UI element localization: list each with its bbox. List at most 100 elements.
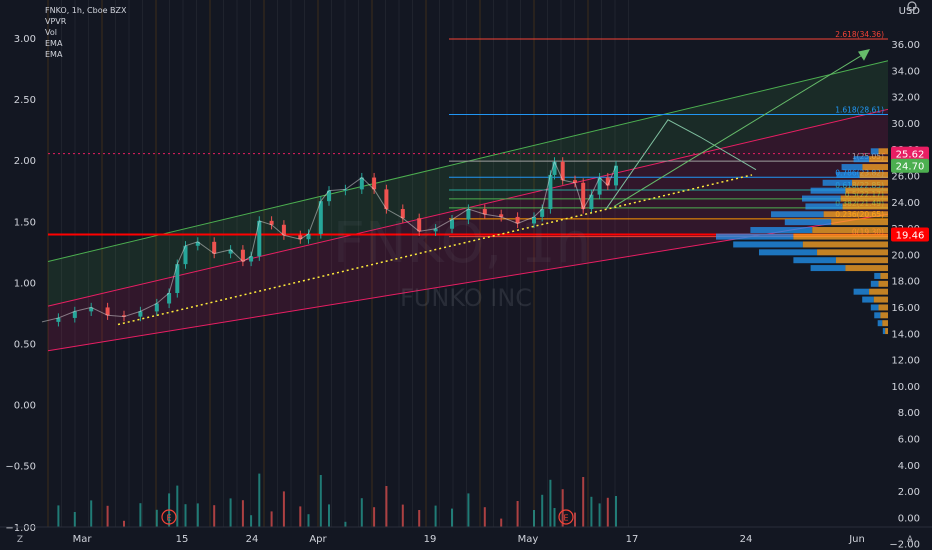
volume-bar bbox=[344, 521, 347, 527]
volume-bar bbox=[106, 505, 109, 527]
legend-indicator-vol[interactable]: Vol bbox=[45, 27, 127, 38]
legend-indicator-vpvr[interactable]: VPVR bbox=[45, 16, 127, 27]
volume-profile-bar bbox=[812, 227, 888, 234]
candle-body bbox=[400, 209, 405, 219]
volume-profile-bar bbox=[733, 241, 803, 248]
candle-body bbox=[466, 209, 471, 220]
volume-profile-bar bbox=[878, 148, 888, 155]
x-axis-tick: 17 bbox=[626, 534, 639, 545]
left-axis-tick: 2.50 bbox=[14, 95, 36, 106]
right-axis-tick: 2.00 bbox=[898, 487, 920, 498]
volume-profile-bar bbox=[870, 148, 879, 155]
right-axis-tick: 36.00 bbox=[891, 40, 920, 51]
volume-profile-bar bbox=[841, 164, 863, 171]
right-axis-tick: −2.00 bbox=[889, 540, 920, 550]
candle-body bbox=[450, 219, 454, 229]
left-axis-tick: 1.00 bbox=[14, 278, 36, 289]
right-axis-tick: 26.00 bbox=[891, 172, 920, 183]
x-axis-tick: May bbox=[518, 534, 539, 545]
volume-bar bbox=[123, 520, 125, 527]
left-axis-tick: −1.00 bbox=[5, 523, 36, 534]
volume-bar bbox=[385, 486, 388, 527]
watermark-ticker: FNKO, 1h bbox=[333, 211, 592, 276]
volume-bar bbox=[606, 497, 609, 527]
right-axis-tick: 0.00 bbox=[898, 513, 920, 524]
volume-profile-bar bbox=[878, 304, 888, 311]
chart-canvas[interactable]: 2.618(34.36)1.618(28.61)1(25.05)0.786(23… bbox=[0, 0, 932, 550]
fib-level-label: 1.618(28.61) bbox=[835, 105, 884, 114]
right-axis-tick: 20.00 bbox=[891, 250, 920, 261]
volume-bar bbox=[401, 504, 404, 527]
x-axis-tick: 24 bbox=[246, 534, 259, 545]
volume-bar bbox=[418, 510, 421, 527]
volume-profile-bar bbox=[835, 257, 888, 264]
volume-profile-bar bbox=[878, 280, 888, 287]
right-axis-tick: 12.00 bbox=[891, 356, 920, 367]
left-axis-tick: 0.50 bbox=[14, 340, 36, 351]
x-axis-tick: 19 bbox=[424, 534, 437, 545]
volume-profile-bar bbox=[750, 227, 813, 234]
volume-profile-bar bbox=[882, 320, 888, 327]
volume-bar bbox=[582, 477, 585, 527]
volume-profile-bar bbox=[810, 265, 846, 272]
volume-profile-bar bbox=[810, 187, 846, 194]
volume-bar bbox=[73, 512, 76, 527]
volume-bar bbox=[516, 501, 519, 527]
volume-profile-bar bbox=[802, 195, 841, 202]
volume-profile-bar bbox=[862, 164, 888, 171]
volume-profile-bar bbox=[845, 265, 888, 272]
volume-profile-bar bbox=[870, 280, 879, 287]
volume-bar bbox=[598, 503, 601, 527]
left-axis-tick: 0.00 bbox=[14, 401, 36, 412]
x-axis-tick: 15 bbox=[176, 534, 189, 545]
right-axis-tick: 4.00 bbox=[898, 461, 920, 472]
volume-bar bbox=[553, 508, 556, 527]
right-axis-tick: 34.00 bbox=[891, 66, 920, 77]
volume-profile-bar bbox=[805, 203, 843, 210]
left-axis-tick: −0.50 bbox=[5, 462, 36, 473]
volume-bar bbox=[258, 473, 261, 527]
volume-profile-bar bbox=[877, 320, 883, 327]
volume-profile-bar bbox=[880, 272, 888, 279]
legend-indicator-ema[interactable]: EMA bbox=[45, 38, 127, 49]
volume-profile-bar bbox=[869, 156, 888, 163]
x-axis-tick: 24 bbox=[740, 534, 753, 545]
candle-body bbox=[417, 218, 422, 232]
right-axis-tick: 8.00 bbox=[898, 408, 920, 419]
volume-bar bbox=[467, 493, 470, 527]
right-axis-panel bbox=[888, 0, 932, 527]
volume-bar bbox=[541, 494, 544, 527]
volume-profile-bar bbox=[873, 296, 888, 303]
earnings-marker-label: E bbox=[166, 514, 171, 523]
volume-profile-bar bbox=[853, 288, 870, 295]
left-axis-tick: 2.00 bbox=[14, 156, 36, 167]
volume-profile-bar bbox=[859, 171, 888, 178]
volume-profile-bar bbox=[793, 257, 836, 264]
legend-indicator-ema-2[interactable]: EMA bbox=[45, 49, 127, 60]
right-axis-tick: 30.00 bbox=[891, 119, 920, 130]
volume-profile-bar bbox=[771, 211, 824, 218]
volume-profile-bar bbox=[862, 296, 874, 303]
volume-profile-bar bbox=[845, 187, 888, 194]
volume-profile-bar bbox=[874, 312, 881, 319]
volume-profile-bar bbox=[784, 219, 832, 226]
watermark-name: FUNKO INC bbox=[400, 284, 532, 312]
volume-bar bbox=[184, 504, 187, 527]
right-axis-tick: 14.00 bbox=[891, 329, 920, 340]
volume-bar bbox=[307, 514, 310, 527]
volume-bar bbox=[549, 479, 552, 527]
volume-bar bbox=[90, 500, 93, 527]
volume-bar bbox=[328, 504, 330, 527]
volume-profile-bar bbox=[840, 195, 888, 202]
auto-scale-icon: A bbox=[907, 535, 914, 545]
volume-profile-bar bbox=[716, 233, 794, 240]
volume-bar bbox=[270, 511, 273, 527]
volume-profile-bar bbox=[869, 288, 888, 295]
volume-bar bbox=[213, 505, 216, 527]
volume-bar bbox=[196, 503, 199, 527]
volume-bar bbox=[533, 510, 535, 527]
axis-currency-label: USD bbox=[899, 6, 921, 17]
volume-profile-bar bbox=[885, 328, 888, 335]
fib-level-label: 2.618(34.36) bbox=[835, 30, 884, 39]
volume-bar bbox=[319, 475, 322, 527]
